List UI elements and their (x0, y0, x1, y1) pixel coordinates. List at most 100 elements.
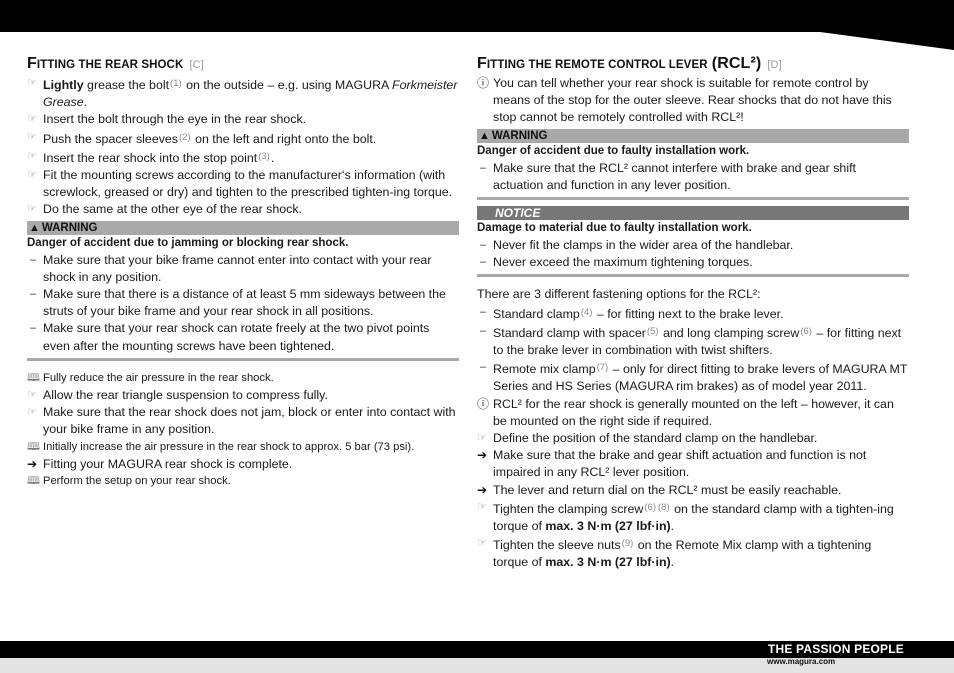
dash-icon: – (480, 256, 487, 269)
item-text: Lightly grease the bolt(1) on the outsid… (43, 78, 457, 109)
fastening-option: – Standard clamp with spacer(5) and long … (477, 323, 909, 359)
book-icon: 🕮 (27, 371, 40, 384)
item-text: Never exceed the maximum tightening torq… (493, 255, 753, 270)
text-run: Standard clamp (493, 306, 580, 321)
figure-reference: [C] (189, 59, 204, 71)
hand-pointer-icon: ☞ (27, 169, 37, 182)
item-text: Insert the bolt through the eye in the r… (43, 112, 306, 126)
text-run: . (670, 555, 675, 570)
left-column: Fitting the rear shock [C] ☞ Lightly grea… (27, 54, 459, 490)
fastening-options-list: – Standard clamp(4) – for fitting next to… (477, 304, 909, 396)
warning-heading: Danger of accident due to faulty install… (477, 144, 750, 157)
text-run: Insert the rear shock into the stop poin… (43, 150, 258, 165)
figure-reference: [D] (767, 59, 782, 71)
setup-steps: 🕮 Fully reduce the air pressure in the re… (27, 370, 459, 490)
arrow-right-icon: ➔ (477, 448, 488, 463)
notice-list: – Never fit the clamps in the wider area … (477, 237, 909, 271)
notice-heading: Damage to material due to faulty install… (477, 222, 752, 235)
hand-pointer-icon: ☞ (27, 113, 37, 126)
text-run: . (270, 150, 275, 165)
warning-item: – Make sure that there is a distance of a… (27, 286, 459, 320)
dash-icon: – (480, 161, 487, 174)
notice-item: – Never fit the clamps in the wider area … (477, 237, 909, 254)
hand-pointer-icon: ☞ (27, 77, 37, 89)
step-item: ➔ Fitting your MAGURA rear shock is compl… (27, 456, 459, 473)
step-item: ☞ Insert the bolt through the eye in the … (27, 111, 459, 128)
text-run: The lever and return dial on the RCL² mu… (493, 482, 842, 497)
dash-icon: – (480, 305, 487, 318)
part-reference: (3) (258, 150, 270, 162)
text-run: and long clamping screw (659, 325, 800, 340)
item-text: Make sure that your rear shock can rotat… (43, 321, 430, 353)
dash-icon: – (480, 361, 487, 374)
warning-item: – Make sure that the RCL² cannot interfer… (477, 160, 909, 194)
step-item: ☞ Define the position of the standard cla… (477, 430, 909, 447)
fastening-option: – Standard clamp(4) – for fitting next to… (477, 304, 909, 323)
hand-pointer-icon: ☞ (27, 130, 37, 143)
step-item: 🕮 Initially increase the air pressure in … (27, 439, 459, 456)
item-text: Do the same at the other eye of the rear… (43, 202, 302, 216)
hand-pointer-icon: ☞ (27, 406, 37, 419)
hand-pointer-icon: ☞ (477, 537, 487, 550)
hand-pointer-icon: ☞ (27, 149, 37, 162)
item-text: Insert the rear shock into the stop poin… (43, 151, 274, 165)
dash-icon: – (30, 253, 37, 266)
text-run: Tighten the sleeve nuts (493, 538, 621, 553)
step-item: ☞ Do the same at the other eye of the rea… (27, 201, 459, 218)
bold-text: Lightly (43, 78, 84, 92)
part-reference: (8) (658, 501, 670, 513)
header-shape (0, 0, 954, 50)
arrow-right-icon: ➔ (477, 482, 488, 497)
hand-pointer-icon: ☞ (477, 432, 487, 445)
item-text: Standard clamp with spacer(5) and long c… (493, 326, 901, 357)
item-text: Allow the rear triangle suspension to co… (43, 388, 328, 403)
text-run: Fit the mounting screws according to the… (43, 168, 453, 200)
text-run: Make sure that the brake and gear shift … (493, 448, 867, 480)
hand-pointer-icon: ☞ (27, 203, 37, 216)
info-note: ⓘ You can tell whether your rear shock i… (477, 76, 892, 125)
part-reference: (5) (646, 325, 659, 337)
part-reference: (4) (580, 306, 593, 318)
options-intro: There are 3 different fastening options … (477, 287, 761, 302)
dash-icon: – (30, 322, 37, 335)
item-text: Standard clamp(4) – for fitting next to … (493, 307, 784, 321)
step-item: ☞ Fit the mounting screws according to th… (27, 167, 459, 201)
item-text: Make sure that there is a distance of at… (43, 287, 446, 319)
text-run: . (83, 95, 88, 110)
text-run: RCL² for the rear shock is generally mou… (493, 396, 894, 428)
item-text: Fitting your MAGURA rear shock is comple… (43, 456, 293, 471)
info-icon: ⓘ (477, 396, 490, 411)
text-run: on the outside – e.g. using MAGURA (182, 78, 393, 92)
part-reference: (6) (800, 325, 812, 337)
footer-url[interactable]: www.magura.com (767, 657, 835, 667)
step-item: ➔ The lever and return dial on the RCL² m… (477, 482, 909, 499)
arrow-right-icon: ➔ (27, 456, 38, 471)
part-reference: (9) (621, 538, 634, 550)
item-text: Push the spacer sleeves(2) on the left a… (43, 132, 376, 146)
footer-slogan: THE PASSION PEOPLE (767, 642, 904, 656)
item-text: RCL² for the rear shock is generally mou… (493, 397, 894, 428)
book-icon: 🕮 (27, 475, 40, 488)
text-run: . (670, 519, 675, 534)
header-banner (0, 0, 954, 52)
bold-text: max. 3 N·m (27 lbf·in) (545, 555, 671, 570)
hand-pointer-icon: ☞ (477, 500, 487, 513)
item-text: Tighten the clamping screw(6) (8) on the … (493, 502, 894, 533)
info-icon: ⓘ (477, 76, 490, 90)
text-run: on the left and right onto the bolt. (191, 131, 377, 146)
step-item: ➔ Make sure that the brake and gear shift… (477, 447, 909, 481)
step-item: 🕮 Perform the setup on your rear shock. (27, 473, 459, 490)
rear-shock-steps: ☞ Lightly grease the bolt(1) on the outsi… (27, 75, 459, 219)
part-reference: (1) (170, 78, 182, 89)
text-run: Push the spacer sleeves (43, 131, 178, 146)
text-run: Remote mix clamp (493, 362, 596, 377)
notice-banner: NOTICE (477, 206, 909, 221)
text-run: – for fitting next to the brake lever. (593, 306, 784, 321)
item-text: Initially increase the air pressure in t… (43, 440, 415, 453)
text-run: Tighten the clamping screw (493, 501, 644, 516)
step-item: ☞ Lightly grease the bolt(1) on the outsi… (27, 75, 459, 111)
step-item: ☞ Insert the rear shock into the stop poi… (27, 148, 459, 167)
text-run: Define the position of the standard clam… (493, 431, 818, 446)
fastening-option: – Remote mix clamp(7) – only for direct f… (477, 359, 909, 395)
warning-item: – Make sure that your rear shock can rota… (27, 320, 459, 354)
